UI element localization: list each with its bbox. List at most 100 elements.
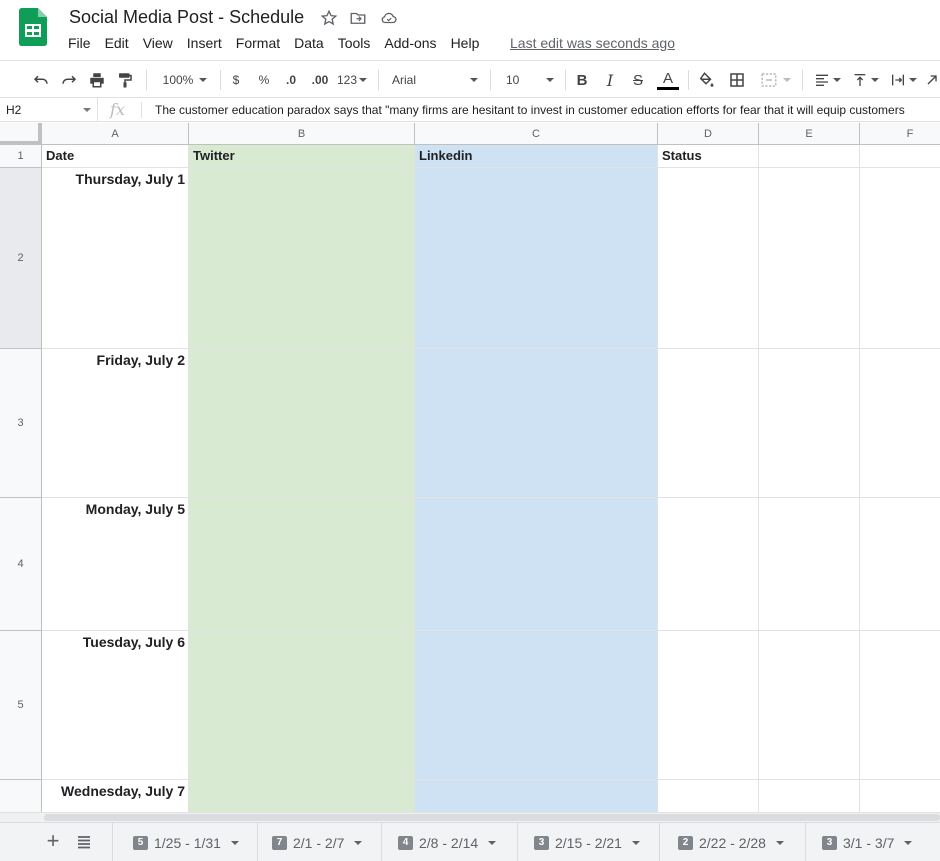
cell-a2[interactable]: Thursday, July 1 — [42, 168, 189, 349]
cell-b2[interactable] — [189, 168, 415, 349]
sheet-tab-4[interactable]: 3 2/15 - 2/21 — [518, 823, 660, 861]
cell-c6[interactable] — [415, 780, 658, 812]
cell-d1[interactable]: Status — [658, 145, 759, 168]
vertical-align-icon[interactable] — [848, 69, 882, 91]
undo-icon[interactable] — [30, 69, 52, 91]
column-header-c[interactable]: C — [415, 123, 658, 145]
cloud-status-icon[interactable] — [380, 9, 398, 27]
row-header-5[interactable]: 5 — [0, 631, 42, 780]
font-size-select[interactable]: 10 — [500, 69, 558, 91]
cell-b1[interactable]: Twitter — [189, 145, 415, 168]
sheet-tab-2[interactable]: 7 2/1 - 2/7 — [258, 823, 382, 861]
sheets-logo-icon[interactable] — [19, 8, 47, 46]
cell-d5[interactable] — [658, 631, 759, 780]
cell-b6[interactable] — [189, 780, 415, 812]
row-header-6[interactable] — [0, 780, 42, 812]
cell-f4[interactable] — [860, 498, 940, 631]
print-icon[interactable] — [86, 69, 108, 91]
row-header-3[interactable]: 3 — [0, 349, 42, 498]
strikethrough-button[interactable]: S — [628, 69, 648, 91]
cell-a1[interactable]: Date — [42, 145, 189, 168]
italic-button[interactable]: I — [600, 69, 620, 91]
text-rotation-icon[interactable] — [924, 69, 940, 91]
cell-e6[interactable] — [759, 780, 860, 812]
column-header-e[interactable]: E — [759, 123, 860, 145]
cell-d6[interactable] — [658, 780, 759, 812]
add-sheet-icon[interactable]: + — [44, 830, 62, 852]
menu-addons[interactable]: Add-ons — [377, 34, 443, 52]
menu-data[interactable]: Data — [287, 34, 331, 52]
cell-f2[interactable] — [860, 168, 940, 349]
cell-c3[interactable] — [415, 349, 658, 498]
sheet-tab-1[interactable]: 5 1/25 - 1/31 — [112, 823, 258, 861]
cell-d4[interactable] — [658, 498, 759, 631]
horizontal-scrollbar[interactable] — [0, 812, 940, 822]
cell-f3[interactable] — [860, 349, 940, 498]
redo-icon[interactable] — [58, 69, 80, 91]
sheet-tab-3[interactable]: 4 2/8 - 2/14 — [382, 823, 518, 861]
menu-format[interactable]: Format — [229, 34, 287, 52]
move-folder-icon[interactable] — [349, 9, 367, 27]
menu-insert[interactable]: Insert — [180, 34, 229, 52]
borders-icon[interactable] — [726, 69, 748, 91]
last-edit-link[interactable]: Last edit was seconds ago — [510, 35, 675, 51]
menu-view[interactable]: View — [136, 34, 180, 52]
cell-b4[interactable] — [189, 498, 415, 631]
cell-f1[interactable] — [860, 145, 940, 168]
text-color-button[interactable]: A — [656, 69, 680, 91]
cell-e4[interactable] — [759, 498, 860, 631]
cell-c4[interactable] — [415, 498, 658, 631]
percent-format-button[interactable]: % — [255, 69, 273, 91]
cell-a4[interactable]: Monday, July 5 — [42, 498, 189, 631]
column-header-d[interactable]: D — [658, 123, 759, 145]
select-all-corner[interactable] — [0, 123, 42, 145]
cell-a3[interactable]: Friday, July 2 — [42, 349, 189, 498]
cell-e1[interactable] — [759, 145, 860, 168]
currency-format-button[interactable]: $ — [228, 69, 244, 91]
menu-help[interactable]: Help — [444, 34, 487, 52]
cell-b3[interactable] — [189, 349, 415, 498]
column-header-f[interactable]: F — [860, 123, 940, 145]
decrease-decimal-button[interactable]: .0 — [280, 69, 302, 91]
more-formats-select[interactable]: 123 — [336, 69, 368, 91]
formula-input[interactable]: The customer education paradox says that… — [155, 103, 905, 117]
menu-tools[interactable]: Tools — [331, 34, 378, 52]
document-title[interactable]: Social Media Post - Schedule — [69, 7, 304, 28]
menu-edit[interactable]: Edit — [98, 34, 136, 52]
font-family-select[interactable]: Arial — [386, 69, 482, 91]
cell-e3[interactable] — [759, 349, 860, 498]
row-header-1[interactable]: 1 — [0, 145, 42, 168]
sheet-tab-5[interactable]: 2 2/22 - 2/28 — [660, 823, 806, 861]
merge-cells-icon[interactable] — [755, 69, 795, 91]
row-header-2[interactable]: 2 — [0, 168, 42, 349]
scrollbar-thumb[interactable] — [44, 814, 940, 821]
cell-c5[interactable] — [415, 631, 658, 780]
paint-format-icon[interactable] — [114, 69, 136, 91]
cell-f6[interactable] — [860, 780, 940, 812]
cell-e5[interactable] — [759, 631, 860, 780]
column-header-a[interactable]: A — [42, 123, 189, 145]
cell-c2[interactable] — [415, 168, 658, 349]
fill-color-icon[interactable] — [695, 69, 717, 91]
menu-file[interactable]: File — [61, 34, 98, 52]
text-wrap-icon[interactable] — [886, 69, 920, 91]
chevron-down-icon — [904, 840, 913, 845]
zoom-select[interactable]: 100% — [158, 69, 212, 91]
cell-a5[interactable]: Tuesday, July 6 — [42, 631, 189, 780]
cell-d3[interactable] — [658, 349, 759, 498]
column-header-b[interactable]: B — [189, 123, 415, 145]
bold-button[interactable]: B — [572, 69, 592, 91]
row-header-4[interactable]: 4 — [0, 498, 42, 631]
cell-e2[interactable] — [759, 168, 860, 349]
all-sheets-icon[interactable] — [76, 835, 92, 849]
name-box[interactable]: H2 — [0, 98, 98, 121]
horizontal-align-icon[interactable] — [810, 69, 844, 91]
cell-c1[interactable]: Linkedin — [415, 145, 658, 168]
sheet-tab-6[interactable]: 3 3/1 - 3/7 — [806, 823, 940, 861]
cell-a6[interactable]: Wednesday, July 7 — [42, 780, 189, 812]
star-icon[interactable] — [320, 9, 338, 27]
cell-d2[interactable] — [658, 168, 759, 349]
cell-f5[interactable] — [860, 631, 940, 780]
cell-b5[interactable] — [189, 631, 415, 780]
increase-decimal-button[interactable]: .00 — [308, 69, 332, 91]
